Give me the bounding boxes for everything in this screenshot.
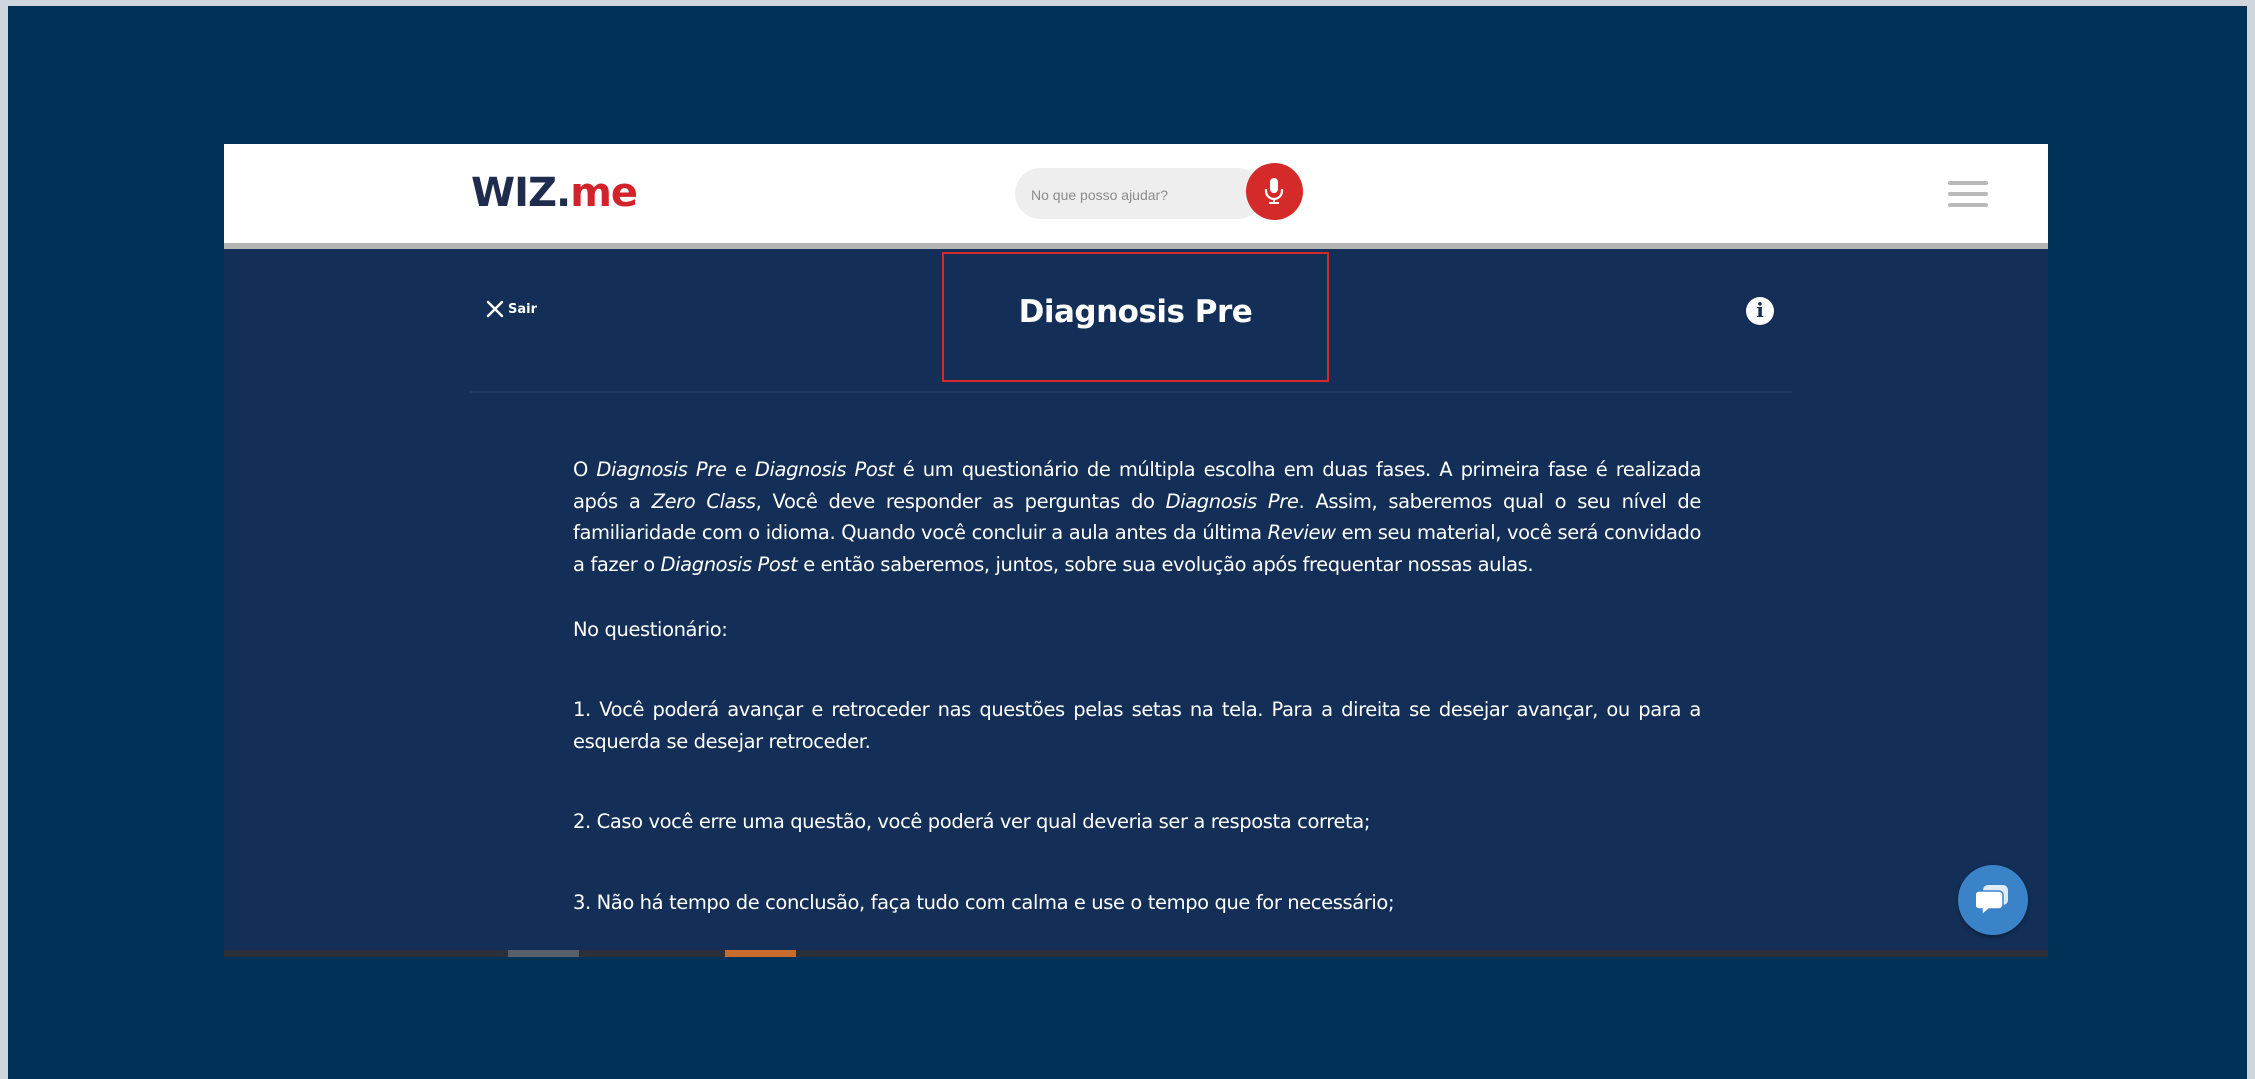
- app-window: WIZ.me Sair: [224, 144, 2048, 957]
- page-title: Diagnosis Pre: [1018, 294, 1253, 330]
- intro-italic-term: Diagnosis Post: [754, 458, 895, 481]
- intro-text: , Você deve responder as perguntas do: [755, 489, 1166, 513]
- progress-segment-active: [725, 950, 796, 957]
- instruction-item-2: 2. Caso você erre uma questão, você pode…: [573, 810, 1371, 833]
- exit-button[interactable]: Sair: [486, 296, 537, 322]
- progress-segment: [508, 950, 579, 957]
- logo-wiz: WIZ: [471, 170, 557, 216]
- intro-text: O: [573, 458, 597, 481]
- logo-me: me: [570, 170, 638, 216]
- instruction-item-3: 3. Não há tempo de conclusão, faça tudo …: [573, 891, 1395, 914]
- hamburger-menu-icon: [1948, 181, 1988, 185]
- instruction-item-1: 1. Você poderá avançar e retroceder nas …: [573, 698, 1701, 753]
- voice-search-button[interactable]: [1246, 163, 1303, 220]
- top-navigation-bar: WIZ.me: [224, 144, 2048, 249]
- hamburger-menu-button[interactable]: [1948, 181, 1988, 209]
- intro-italic-term: Zero Class: [651, 489, 757, 513]
- chat-bubble-icon: [1976, 885, 2008, 917]
- intro-italic-term: Review: [1267, 521, 1336, 544]
- desktop-background: WIZ.me Sair: [8, 6, 2247, 1079]
- intro-italic-term: Diagnosis Pre: [596, 458, 727, 481]
- intro-text: e: [726, 458, 755, 481]
- microphone-icon: [1264, 178, 1284, 204]
- info-button[interactable]: i: [1746, 297, 1774, 325]
- intro-text: e então saberemos, juntos, sobre sua evo…: [797, 552, 1534, 576]
- search-input[interactable]: [1029, 182, 1203, 208]
- logo-dot: .: [556, 170, 571, 216]
- wizme-logo[interactable]: WIZ.me: [471, 170, 638, 216]
- hamburger-menu-icon: [1948, 203, 1988, 207]
- hamburger-menu-icon: [1948, 192, 1988, 196]
- close-icon: [486, 300, 504, 318]
- exit-label: Sair: [508, 301, 538, 317]
- questionario-label: No questionário:: [573, 618, 728, 641]
- progress-strip: [224, 950, 2048, 957]
- header-divider: [470, 391, 1792, 393]
- chat-button[interactable]: [1958, 865, 2028, 935]
- info-icon: i: [1756, 298, 1764, 322]
- search-box: [1015, 168, 1263, 219]
- intro-italic-term: Diagnosis Post: [660, 552, 798, 576]
- intro-paragraph: O Diagnosis Pre e Diagnosis Post é um qu…: [573, 454, 1701, 580]
- intro-italic-term: Diagnosis Pre: [1165, 489, 1299, 513]
